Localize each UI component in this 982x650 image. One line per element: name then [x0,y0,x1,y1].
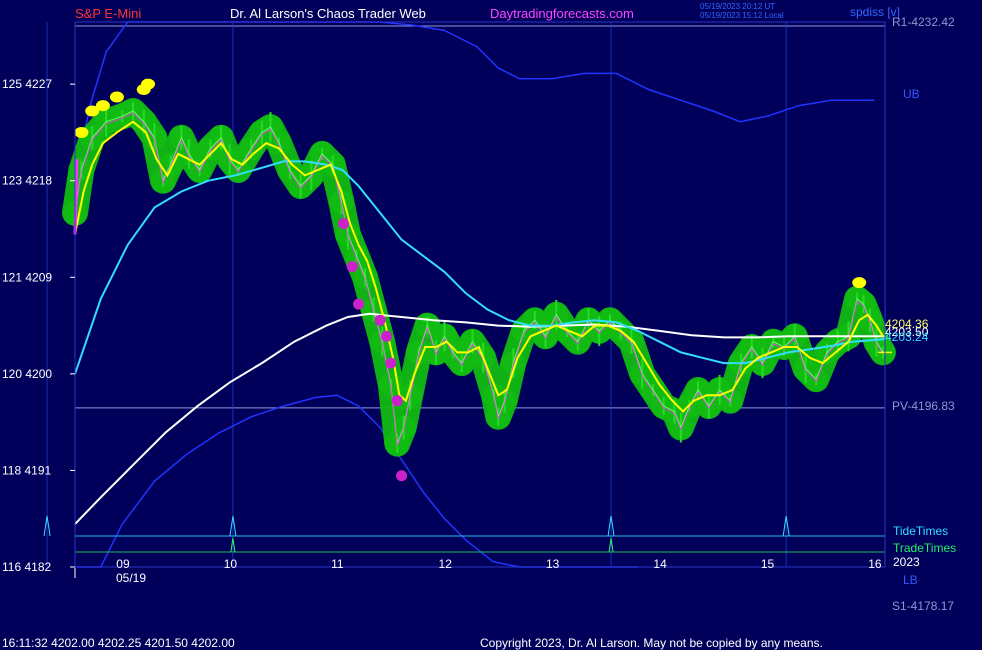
copyright-notice: Copyright 2023, Dr. Al Larson. May not b… [480,636,823,650]
pv-label: PV-4196.83 [892,399,955,413]
x-tick-label: 11 [331,557,344,571]
time-local: 05/19/2023 15:12 Local [700,11,784,20]
trade-times-label: TradeTimes [893,541,956,555]
x-tick-label: 12 [439,557,453,571]
time-utc: 05/19/2023 20:12 UT [700,2,775,11]
magenta-marker [385,357,397,369]
magenta-marker [391,395,403,407]
yellow-marker [95,100,110,112]
y-tick-label: 125 4227 [2,77,52,91]
quote-line: 16:11:32 4202.00 4202.25 4201.50 4202.00 [2,636,235,650]
magenta-marker [346,261,358,273]
r1-label: R1-4232.42 [892,15,955,29]
magenta-marker [396,470,408,482]
tide-times-label: TideTimes [893,524,948,538]
year-label: 2023 [893,555,920,569]
x-tick-label: 10 [224,557,238,571]
chart-canvas: 125 4227 123 4218 121 4209 120 4200 118 4191… [0,0,982,650]
right-value-3: 4203.24 [885,330,929,344]
upper-band-label: UB [903,87,920,101]
yellow-marker [74,126,89,138]
site-link[interactable]: Daytradingforecasts.com [490,6,634,21]
yellow-marker [141,78,156,90]
s1-label: S1-4178.17 [892,599,954,613]
y-tick-label: 120 4200 [2,367,52,381]
chart-title: Dr. Al Larson's Chaos Trader Web [230,6,426,21]
magenta-marker [374,314,386,326]
y-tick-label: 123 4218 [2,174,52,188]
magenta-marker [381,330,393,342]
symbol-title: S&P E-Mini [75,6,141,21]
magenta-marker [338,218,350,230]
lower-band-label: LB [903,573,918,587]
yellow-marker [109,91,124,103]
y-tick-label: 121 4209 [2,270,52,284]
x-tick-label: 13 [546,557,560,571]
magenta-marker [353,298,365,310]
y-tick-label: 116 4182 [2,560,51,574]
x-tick-label: 16 [868,557,882,571]
x-tick-label: 09 [116,557,130,571]
x-tick-label: 15 [761,557,775,571]
date-label: 05/19 [116,571,146,585]
x-tick-label: 14 [653,557,667,571]
y-tick-label: 118 4191 [2,463,51,477]
yellow-marker [852,277,867,289]
